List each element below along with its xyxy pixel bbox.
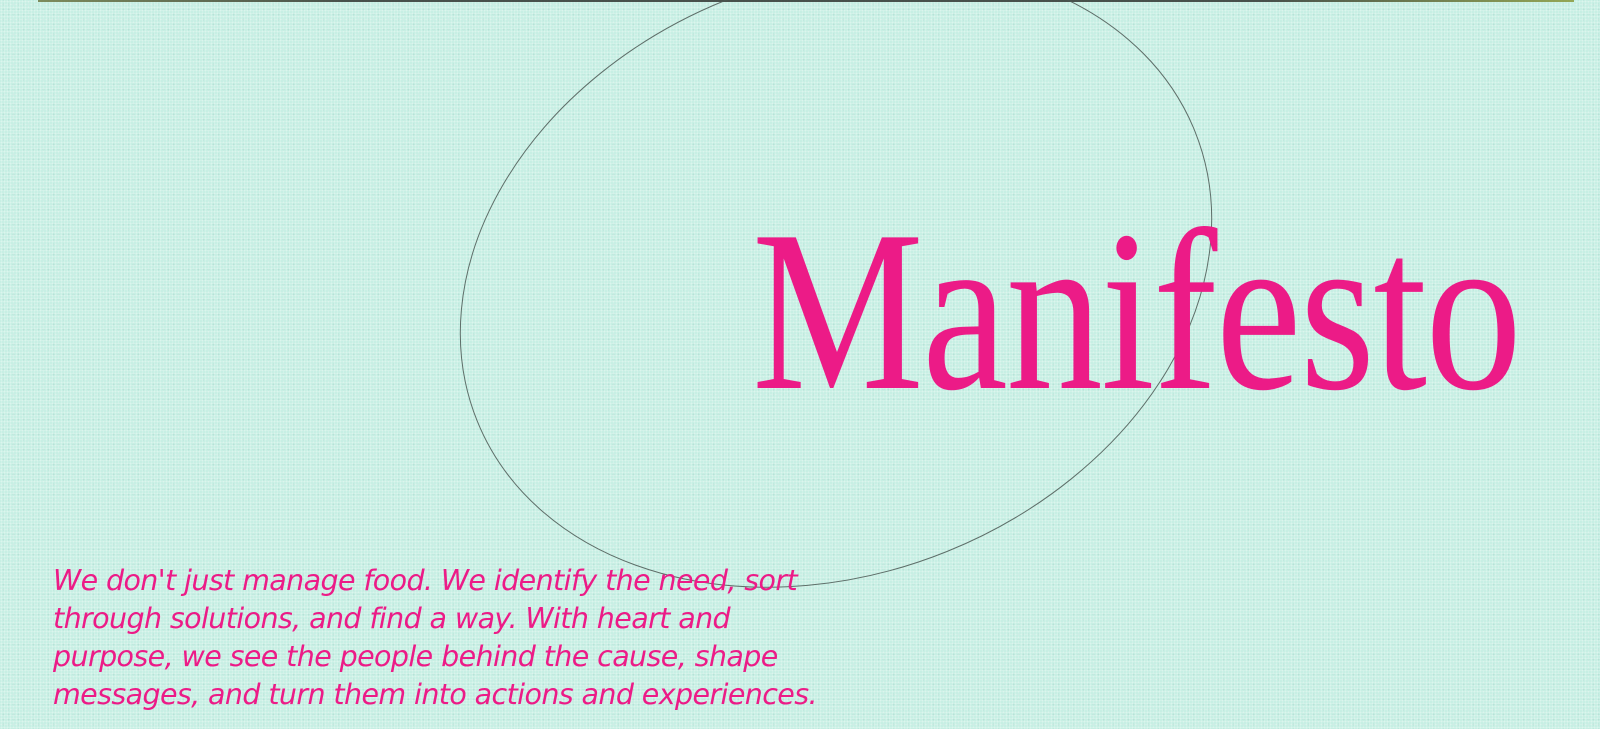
top-divider <box>38 0 1574 2</box>
manifesto-paragraph: We don't just manage food. We identify t… <box>53 564 818 711</box>
page-title: Manifesto <box>752 183 1522 438</box>
